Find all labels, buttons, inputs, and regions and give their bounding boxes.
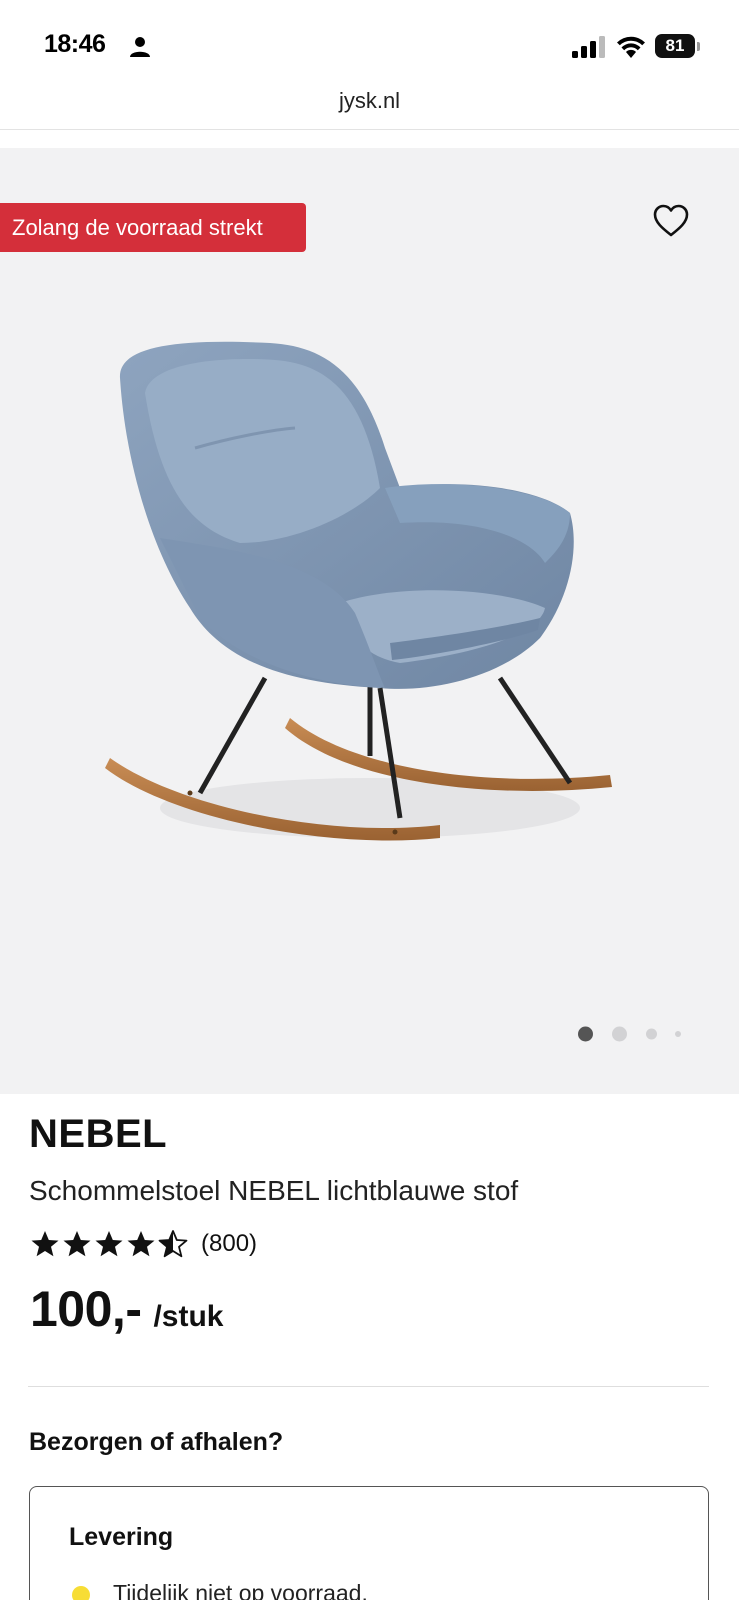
star-half-icon (158, 1230, 188, 1258)
promo-badge: Zolang de voorraad strekt (0, 203, 306, 252)
rating-row[interactable]: (800) (30, 1227, 257, 1261)
price-unit: /stuk (153, 1300, 224, 1333)
status-bar: 18:46 81 (0, 0, 739, 86)
stock-status-text: Tijdelijk niet op voorraad. (113, 1580, 368, 1600)
browser-url-bar[interactable]: jysk.nl (0, 86, 739, 130)
url-text[interactable]: jysk.nl (0, 88, 739, 114)
delivery-title: Levering (69, 1523, 174, 1551)
star-full-icon (63, 1231, 91, 1257)
wishlist-heart-icon[interactable] (652, 203, 690, 239)
battery-icon: 81 (655, 34, 695, 58)
carousel-dot-3[interactable] (646, 1028, 657, 1040)
review-count[interactable]: (800) (201, 1230, 257, 1258)
carousel-dot-2[interactable] (612, 1026, 627, 1042)
price: 100,- /stuk (30, 1280, 224, 1338)
divider (28, 1386, 709, 1387)
star-full-icon (127, 1231, 155, 1257)
rocking-chair-image (105, 341, 612, 841)
person-icon (130, 37, 150, 57)
product-image-carousel[interactable]: Zolang de voorraad strekt (0, 148, 739, 1094)
carousel-dot-4[interactable] (675, 1031, 681, 1037)
stock-status-indicator (72, 1586, 90, 1600)
carousel-dot-1[interactable] (578, 1026, 593, 1042)
price-value: 100,- (30, 1281, 142, 1337)
product-name: Schommelstoel NEBEL lichtblauwe stof (29, 1175, 519, 1206)
delivery-heading: Bezorgen of afhalen? (29, 1428, 284, 1456)
carousel-indicator[interactable] (576, 1024, 696, 1044)
battery-nub (697, 42, 700, 51)
status-time: 18:46 (44, 30, 106, 58)
signal-icon (572, 36, 605, 58)
star-full-icon (95, 1231, 123, 1257)
wifi-icon (617, 36, 645, 58)
delivery-option-card[interactable]: Levering Tijdelijk niet op voorraad. (29, 1486, 709, 1600)
product-page: 18:46 81 jysk.nl Zolang de voorraad stre… (0, 0, 739, 1600)
star-full-icon (31, 1231, 59, 1257)
product-brand: NEBEL (29, 1112, 168, 1156)
